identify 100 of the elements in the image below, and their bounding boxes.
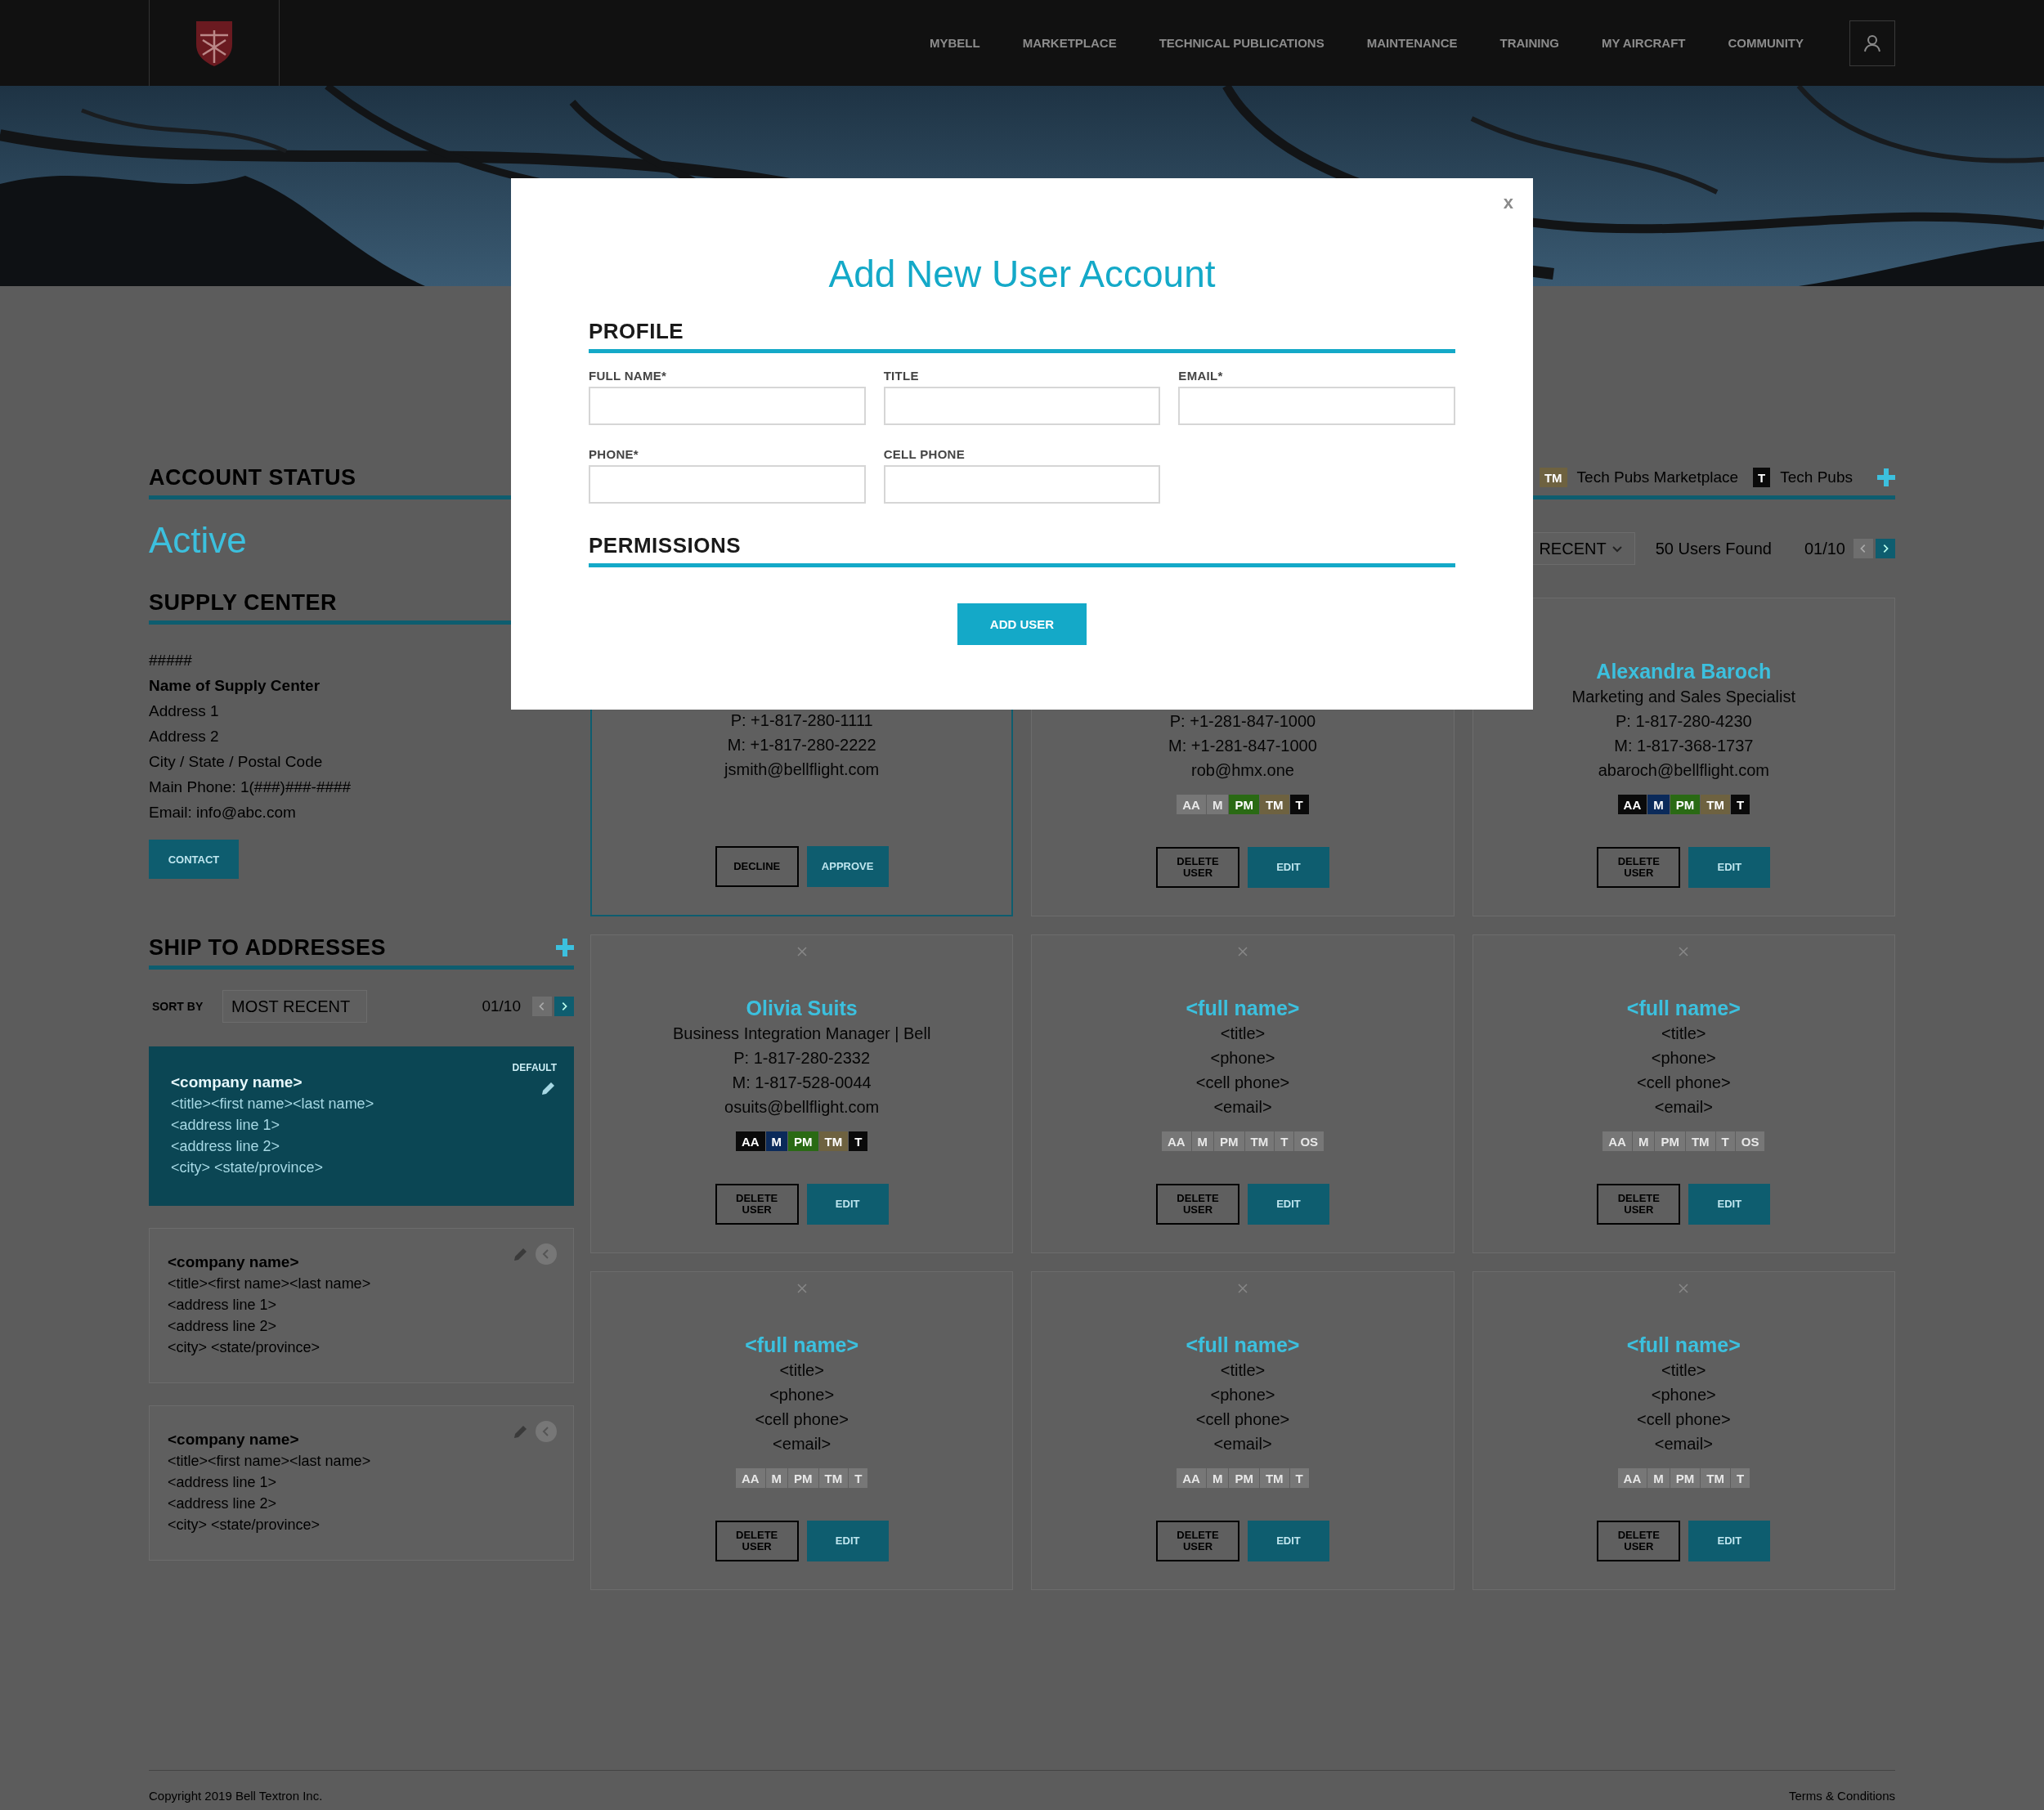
add-icon[interactable] <box>1877 468 1895 486</box>
address-card[interactable]: <company name> <title><first name><last name> <address line 1> <address line 2> <city> <state/province> <box>149 1405 574 1561</box>
permission-badge: M <box>1632 1131 1655 1151</box>
permission-badge: TM <box>1701 795 1730 814</box>
account-button[interactable] <box>1849 20 1895 66</box>
close-icon[interactable] <box>1679 1284 1689 1293</box>
address-line: <city> <state/province> <box>171 1158 324 1177</box>
close-icon[interactable] <box>1238 1284 1248 1293</box>
input-field[interactable] <box>883 387 1161 425</box>
section-heading: PROFILE <box>589 318 1455 353</box>
next-page-button[interactable] <box>1876 539 1895 558</box>
input-field[interactable] <box>589 465 866 504</box>
supply-center-detail: Address 2 <box>149 727 219 746</box>
primary-button[interactable]: EDIT <box>806 1184 889 1225</box>
field-label: TITLE <box>883 368 920 384</box>
permission-badge: M <box>1206 1468 1229 1488</box>
supply-center-detail: Address 1 <box>149 701 219 721</box>
secondary-button[interactable]: DELETE USER <box>1597 1184 1681 1225</box>
secondary-button[interactable]: DELETE USER <box>715 1184 799 1225</box>
close-button[interactable]: x <box>1498 191 1518 214</box>
permission-badge: OS <box>1735 1131 1765 1151</box>
secondary-button[interactable]: DELETE USER <box>1597 847 1681 888</box>
user-name[interactable]: <full name> <box>1626 995 1741 1021</box>
user-detail: osuits@bellflight.com <box>724 1097 880 1118</box>
add-user-button[interactable]: ADD USER <box>957 603 1087 645</box>
close-icon[interactable] <box>1679 947 1689 957</box>
legend-label: Tech Pubs <box>1780 468 1853 486</box>
primary-button[interactable]: EDIT <box>1688 847 1771 888</box>
primary-button[interactable]: APPROVE <box>806 846 889 887</box>
permission-badge: T <box>849 1468 868 1488</box>
supply-center-name: Name of Supply Center <box>149 676 320 696</box>
pencil-icon[interactable] <box>540 1080 557 1096</box>
user-detail: <title> <box>1661 1360 1706 1381</box>
permission-badge: AA <box>1161 1131 1191 1151</box>
nav-link[interactable]: MY AIRCRAFT <box>1602 36 1686 50</box>
permission-badge: M <box>765 1131 788 1151</box>
secondary-button[interactable]: DELETE USER <box>1156 1184 1239 1225</box>
supply-center-detail: Main Phone: 1(###)###-#### <box>149 777 352 797</box>
secondary-button[interactable]: DELETE USER <box>1156 1521 1239 1561</box>
add-icon[interactable] <box>556 939 574 957</box>
secondary-button[interactable]: DELETE USER <box>1597 1521 1681 1561</box>
close-icon[interactable] <box>1238 947 1248 957</box>
user-detail: <phone> <box>1651 1385 1716 1405</box>
company-name: <company name> <box>168 1430 299 1449</box>
permission-badge: T <box>1289 1468 1309 1488</box>
secondary-button[interactable]: DELETE USER <box>715 1521 799 1561</box>
permission-badge: T <box>849 1131 868 1151</box>
nav-link[interactable]: MYBELL <box>930 36 980 50</box>
user-name[interactable]: <full name> <box>1186 1332 1300 1358</box>
primary-button[interactable]: EDIT <box>1248 1521 1329 1561</box>
nav-link[interactable]: TECHNICAL PUBLICATIONS <box>1159 36 1325 50</box>
input-field[interactable] <box>589 387 866 425</box>
user-detail: jsmith@bellflight.com <box>724 759 880 780</box>
user-name[interactable]: Alexandra Baroch <box>1596 658 1772 684</box>
input-field[interactable] <box>883 465 1161 504</box>
primary-button[interactable]: EDIT <box>806 1521 889 1561</box>
section-heading: PERMISSIONS <box>589 532 1455 567</box>
user-detail: <phone> <box>1210 1385 1275 1405</box>
secondary-button[interactable]: DELETE USER <box>1156 847 1239 888</box>
address-card[interactable]: <company name> <title><first name><last name> <address line 1> <address line 2> <city> <state/province> DEFAULT <box>149 1046 574 1206</box>
close-icon[interactable] <box>796 1284 807 1293</box>
user-detail: <cell phone> <box>1637 1073 1731 1093</box>
user-name[interactable]: <full name> <box>1626 1332 1741 1358</box>
nav-link[interactable]: MAINTENANCE <box>1366 36 1458 50</box>
supply-center-detail: City / State / Postal Code <box>149 752 323 772</box>
permission-badge: T <box>1289 795 1309 814</box>
primary-button[interactable]: EDIT <box>1688 1184 1771 1225</box>
primary-button[interactable]: EDIT <box>1248 847 1329 888</box>
permission-badge: T <box>1275 1131 1294 1151</box>
contact-button[interactable]: CONTACT <box>149 840 239 879</box>
permission-badge: TM <box>1701 1468 1730 1488</box>
results-count: 50 Users Found <box>1655 539 1772 558</box>
address-line: <address line 2> <box>168 1317 277 1336</box>
user-detail: M: +1-817-280-2222 <box>727 735 876 755</box>
primary-button[interactable]: EDIT <box>1688 1521 1771 1561</box>
input-field[interactable] <box>1178 387 1455 425</box>
nav-link[interactable]: COMMUNITY <box>1728 36 1804 50</box>
user-detail: P: +1-281-847-1000 <box>1169 711 1316 732</box>
permission-badge: TM <box>1259 1468 1289 1488</box>
modal-title: Add New User Account <box>827 252 1217 297</box>
user-detail: <cell phone> <box>755 1409 849 1430</box>
user-detail: Business Integration Manager | Bell <box>672 1024 931 1044</box>
user-name[interactable]: <full name> <box>1186 995 1300 1021</box>
next-page-button[interactable] <box>554 997 574 1016</box>
permission-badge: TM <box>1259 795 1289 814</box>
user-name[interactable]: <full name> <box>745 1332 859 1358</box>
user-name[interactable]: Olivia Suits <box>746 995 858 1021</box>
sort-dropdown[interactable]: MOST RECENT <box>222 990 367 1023</box>
section-heading: SHIP TO ADDRESSES <box>149 934 388 961</box>
user-detail: <cell phone> <box>1195 1073 1290 1093</box>
primary-button[interactable]: EDIT <box>1248 1184 1329 1225</box>
close-icon[interactable] <box>796 947 807 957</box>
company-name: <company name> <box>171 1073 303 1092</box>
secondary-button[interactable]: DECLINE <box>715 846 799 887</box>
address-card[interactable]: <company name> <title><first name><last name> <address line 1> <address line 2> <city> <state/province> <box>149 1228 574 1383</box>
field-label: PHONE* <box>589 446 639 463</box>
terms-link[interactable]: Terms & Conditions <box>1788 1789 1895 1803</box>
nav-link[interactable]: TRAINING <box>1499 36 1559 50</box>
nav-link[interactable]: MARKETPLACE <box>1022 36 1117 50</box>
user-detail: M: 1-817-528-0044 <box>732 1073 872 1093</box>
